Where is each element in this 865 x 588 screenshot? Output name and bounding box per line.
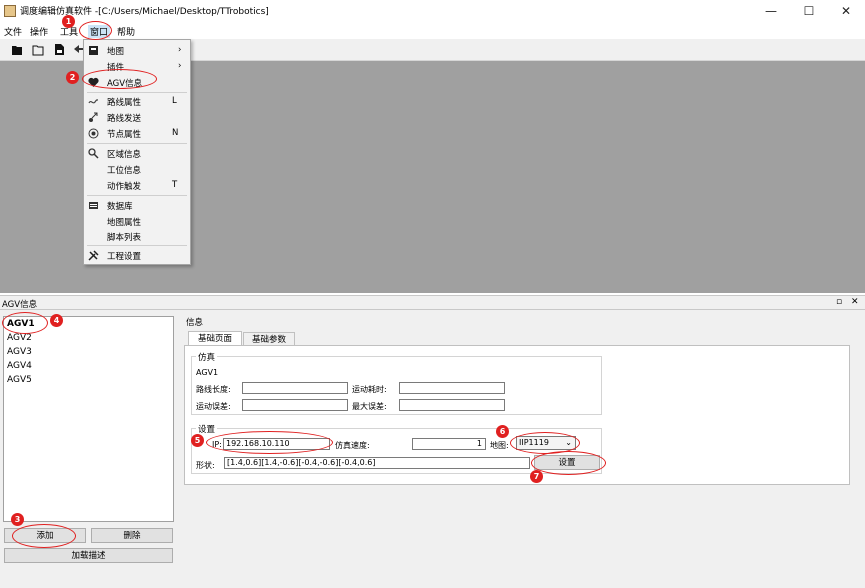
menu-item-map[interactable]: 地图 › (84, 42, 190, 58)
menu-item-project-settings[interactable]: 工程设置 (84, 247, 190, 263)
menu-item-route-send[interactable]: 路线发送 (84, 109, 190, 125)
menu-item-database[interactable]: 数据库 (84, 197, 190, 213)
list-item[interactable]: AGV2 (7, 333, 32, 343)
annotation-badge: 4 (50, 314, 63, 327)
annotation-badge: 7 (530, 470, 543, 483)
submenu-arrow-icon: › (178, 45, 182, 55)
max-error-field[interactable] (399, 399, 505, 411)
route-icon (88, 99, 99, 104)
close-button[interactable]: ✕ (832, 2, 860, 20)
agv-list[interactable]: AGV1 AGV2 AGV3 AGV4 AGV5 (3, 316, 174, 522)
menu-item-station-info[interactable]: 工位信息 (84, 161, 190, 177)
shape-label: 形状: (196, 461, 215, 470)
database-icon (89, 202, 98, 209)
settings-group-label: 设置 (196, 423, 218, 435)
app-icon (4, 5, 16, 17)
dock-title-bar: AGV信息 ▫ ✕ (0, 295, 865, 310)
annotation-ring (12, 524, 76, 548)
menu-item-area-info[interactable]: 区域信息 (84, 145, 190, 161)
open-folder-icon[interactable] (32, 43, 44, 56)
route-length-field[interactable] (242, 382, 348, 394)
maximize-button[interactable]: ☐ (795, 2, 823, 20)
node-icon (88, 128, 99, 139)
menu-operation[interactable]: 操作 (30, 25, 48, 38)
menu-item-node-props[interactable]: 节点属性 N (84, 125, 190, 141)
tab-basic-page[interactable]: 基础页面 (188, 331, 242, 346)
annotation-ring (2, 312, 48, 334)
menu-bar: 文件 操作 工具 窗口 帮助 (0, 22, 865, 39)
annotation-badge: 2 (66, 71, 79, 84)
sim-speed-field[interactable]: 1 (412, 438, 486, 450)
agv-name: AGV1 (196, 368, 219, 377)
annotation-badge: 1 (62, 15, 75, 28)
map-icon (89, 46, 98, 55)
list-item[interactable]: AGV5 (7, 375, 32, 385)
menu-item-script-list[interactable]: 脚本列表 (84, 228, 190, 244)
map-label: 地图: (490, 441, 509, 450)
annotation-badge: 6 (496, 425, 509, 438)
move-error-label: 运动误差: (196, 402, 231, 411)
move-error-field[interactable] (242, 399, 348, 411)
menu-separator (87, 143, 187, 144)
window-title: 调度编辑仿真软件 -[C:/Users/Michael/Desktop/TTro… (20, 7, 269, 17)
delete-button[interactable]: 删除 (91, 528, 173, 543)
annotation-ring (531, 451, 606, 475)
menu-separator (87, 245, 187, 246)
float-icon[interactable]: ▫ (836, 297, 842, 307)
move-time-field[interactable] (399, 382, 505, 394)
menu-separator (87, 195, 187, 196)
load-description-button[interactable]: 加载描述 (4, 548, 173, 563)
area-icon (88, 148, 99, 159)
route-length-label: 路线长度: (196, 385, 231, 394)
menu-help[interactable]: 帮助 (117, 25, 135, 38)
menu-item-action-trigger[interactable]: 动作触发 T (84, 177, 190, 193)
send-route-icon (89, 112, 98, 122)
sim-speed-label: 仿真速度: (335, 441, 370, 450)
close-icon[interactable]: ✕ (851, 297, 859, 307)
annotation-badge: 3 (11, 513, 24, 526)
menu-item-map-props[interactable]: 地图属性 (84, 213, 190, 229)
list-item[interactable]: AGV4 (7, 361, 32, 371)
dock-title: AGV信息 (2, 300, 38, 310)
move-time-label: 运动耗时: (352, 385, 387, 394)
new-folder-icon[interactable] (11, 43, 23, 56)
annotation-badge: 5 (191, 434, 204, 447)
annotation-ring (79, 21, 112, 40)
info-label: 信息 (186, 318, 204, 328)
sim-group-label: 仿真 (196, 351, 218, 363)
menu-file[interactable]: 文件 (4, 25, 22, 38)
tools-icon (88, 250, 99, 261)
shape-field[interactable]: [1.4,0.6][1.4,-0.6][-0.4,-0.6][-0.4,0.6] (224, 457, 530, 469)
minimize-button[interactable]: — (757, 2, 785, 20)
list-item[interactable]: AGV3 (7, 347, 32, 357)
menu-item-route-props[interactable]: 路线属性 L (84, 93, 190, 109)
annotation-ring (206, 431, 333, 454)
annotation-ring (82, 69, 157, 89)
max-error-label: 最大误差: (352, 402, 387, 411)
title-bar: 调度编辑仿真软件 -[C:/Users/Michael/Desktop/TTro… (0, 0, 865, 22)
save-file-icon[interactable] (53, 43, 65, 56)
submenu-arrow-icon: › (178, 61, 182, 71)
